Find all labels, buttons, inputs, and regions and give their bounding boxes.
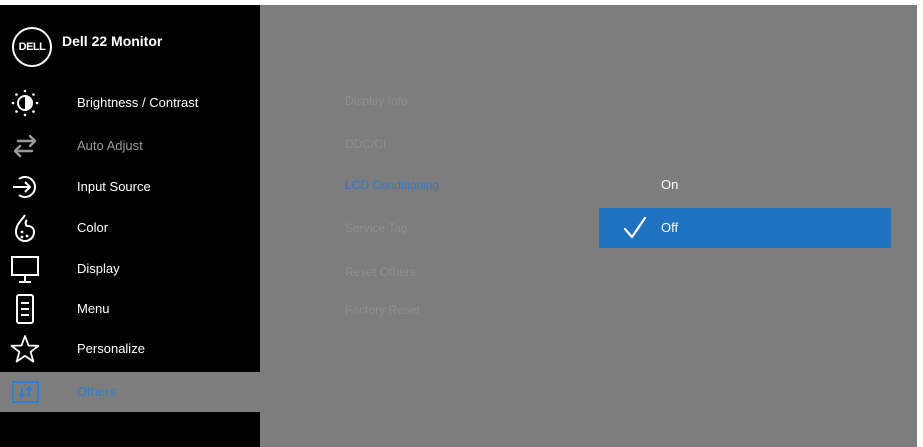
osd-title: Dell 22 Monitor [62, 33, 163, 49]
auto-adjust-icon [13, 134, 37, 158]
color-palette-icon [14, 214, 36, 242]
menu-label: Menu [77, 301, 110, 316]
osd-submenu-panel: Display Info DDC/CI LCD Conditioning Ser… [260, 5, 917, 447]
menu-item-color[interactable]: Color [0, 208, 260, 248]
option-on[interactable]: On [599, 165, 891, 205]
menu-item-auto-adjust[interactable]: Auto Adjust [0, 126, 260, 166]
menu-label: Input Source [77, 179, 151, 194]
menu-label: Others [77, 384, 117, 399]
input-source-icon [13, 176, 36, 198]
menu-label: Color [77, 220, 109, 235]
monitor-osd: DELL Dell 22 Monitor Brightness / Contra… [0, 0, 917, 447]
dell-logo: DELL [12, 27, 52, 67]
submenu-item-lcd-conditioning[interactable]: LCD Conditioning [345, 178, 439, 192]
display-monitor-icon [11, 256, 39, 283]
osd-header: DELL Dell 22 Monitor [0, 5, 260, 83]
menu-label: Auto Adjust [77, 138, 143, 153]
menu-label: Brightness / Contrast [77, 95, 199, 110]
menu-item-personalize[interactable]: Personalize [0, 329, 260, 369]
option-label: On [661, 177, 679, 192]
osd-sidebar: DELL Dell 22 Monitor Brightness / Contra… [0, 5, 260, 447]
option-off[interactable]: Off [599, 208, 891, 248]
menu-item-display[interactable]: Display [0, 249, 260, 289]
brightness-icon [11, 89, 39, 117]
submenu-item-factory-reset[interactable]: Factory Reset [345, 303, 420, 317]
submenu-item-service-tag[interactable]: Service Tag [345, 221, 407, 235]
menu-item-brightness-contrast[interactable]: Brightness / Contrast [0, 83, 260, 123]
submenu-item-ddc-ci[interactable]: DDC/CI [345, 137, 386, 151]
checkmark-icon [623, 216, 647, 239]
menu-item-menu[interactable]: Menu [0, 289, 260, 329]
others-icon [12, 381, 39, 403]
menu-label: Personalize [77, 341, 145, 356]
menu-label: Display [77, 261, 120, 276]
option-label: Off [661, 220, 679, 235]
menu-item-input-source[interactable]: Input Source [0, 167, 260, 207]
submenu-item-reset-others[interactable]: Reset Others [345, 265, 416, 279]
menu-item-others[interactable]: Others [0, 372, 260, 412]
star-icon [10, 335, 40, 363]
submenu-item-display-info[interactable]: Display Info [345, 94, 408, 108]
menu-document-icon [16, 294, 34, 324]
